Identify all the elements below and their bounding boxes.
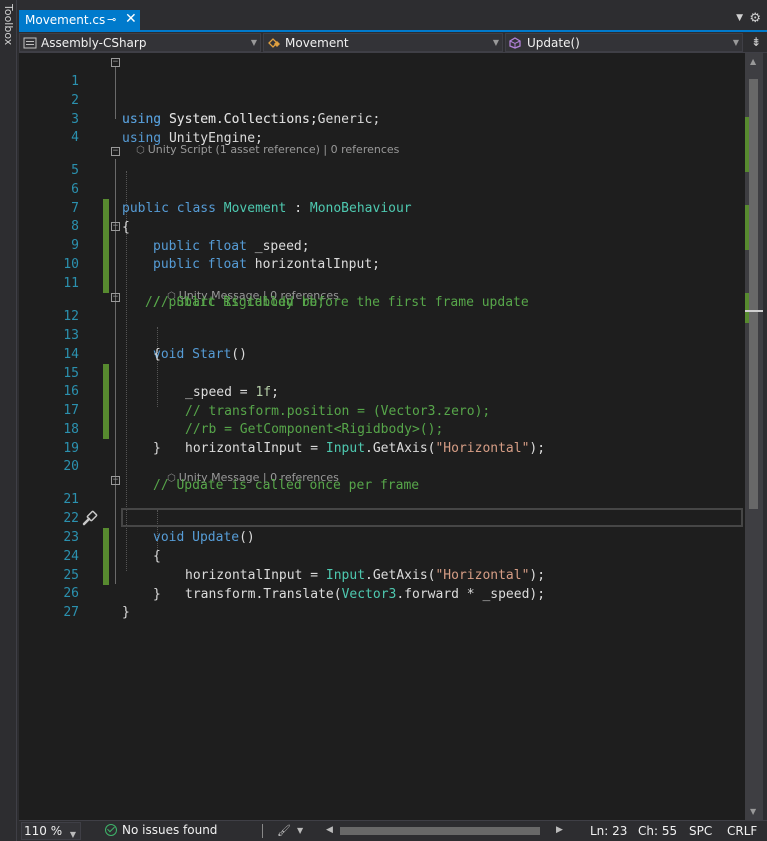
project-dropdown-label: Assembly-CSharp: [41, 35, 147, 50]
code-line[interactable]: 22 {: [19, 490, 745, 564]
chevron-down-icon[interactable]: ▼: [297, 826, 303, 835]
code-line[interactable]: 16 //rb = GetComponent<Rigidbody>();: [19, 363, 745, 437]
class-dropdown[interactable]: Movement ▼: [263, 33, 503, 52]
code-line-current[interactable]: 23 horizontalInput = Input.GetAxis("Hori…: [19, 509, 745, 583]
caret-position-marker: [745, 310, 763, 312]
line-indicator[interactable]: Ln: 23: [590, 824, 627, 838]
code-line[interactable]: 8 public float horizontalInput;: [19, 198, 745, 272]
toolbox-panel[interactable]: Toolbox: [0, 0, 17, 841]
code-line[interactable]: 24 transform.Translate(Vector3.forward *…: [19, 528, 745, 602]
code-line[interactable]: 3 using UnityEngine;: [19, 91, 745, 146]
tab-movement-cs[interactable]: Movement.cs ⊸ ✕: [19, 10, 140, 30]
change-overview-marker: [745, 117, 749, 172]
code-line[interactable]: 9 − // public Rigidbody rb;: [19, 217, 745, 311]
tab-title: Movement.cs: [25, 13, 106, 27]
document-tab-bar: Movement.cs ⊸ ✕ ▼ ⚙: [19, 10, 767, 32]
project-dropdown[interactable]: Assembly-CSharp ▼: [19, 33, 261, 52]
zoom-level: 110 %: [24, 824, 63, 838]
code-editor[interactable]: ⬡ Unity Script (1 asset reference) | 0 re…: [19, 53, 745, 820]
scroll-up-icon[interactable]: ▲: [750, 57, 756, 66]
column-indicator[interactable]: Ch: 55: [638, 824, 677, 838]
fold-toggle-icon[interactable]: −: [111, 293, 120, 302]
code-line[interactable]: 5 − public class Movement : MonoBehaviou…: [19, 142, 745, 217]
close-icon[interactable]: ✕: [125, 11, 137, 27]
tab-list-dropdown-icon[interactable]: ▼: [736, 13, 743, 23]
class-dropdown-label: Movement: [285, 35, 349, 50]
fold-toggle-icon[interactable]: −: [111, 147, 120, 156]
code-line[interactable]: 6 {: [19, 161, 745, 235]
code-line[interactable]: 17 horizontalInput = Input.GetAxis("Hori…: [19, 382, 745, 456]
scrollbar-thumb[interactable]: [749, 79, 758, 509]
codelens-start-references[interactable]: ⬡ Unity Message | 0 references: [153, 275, 339, 302]
pin-icon[interactable]: ⊸: [107, 13, 116, 26]
whitespace-indicator[interactable]: SPC: [689, 824, 712, 838]
code-line[interactable]: 21 − void Update(): [19, 471, 745, 546]
code-line[interactable]: 15 // transform.position = (Vector3.zero…: [19, 345, 745, 419]
fold-toggle-icon[interactable]: −: [111, 222, 120, 231]
codelens-update-references[interactable]: ⬡ Unity Message | 0 references: [153, 457, 339, 484]
fold-toggle-icon[interactable]: −: [111, 476, 120, 485]
fold-toggle-icon[interactable]: −: [111, 58, 120, 67]
code-line[interactable]: 27: [19, 584, 745, 620]
class-icon: [267, 37, 281, 49]
scroll-down-icon[interactable]: ▼: [750, 807, 756, 816]
method-icon: [509, 36, 523, 49]
gear-icon[interactable]: ⚙: [749, 11, 761, 26]
change-overview-marker: [745, 205, 749, 250]
code-text[interactable]: }: [122, 603, 130, 622]
code-line[interactable]: 1 − using System.Collections;: [19, 53, 745, 128]
issues-label: No issues found: [122, 823, 218, 837]
horizontal-scrollbar-thumb[interactable]: [340, 827, 540, 835]
zoom-dropdown[interactable]: 110 % ▼: [21, 822, 81, 840]
code-line[interactable]: 26 }: [19, 565, 745, 620]
issues-indicator[interactable]: No issues found: [105, 823, 217, 837]
scroll-left-icon[interactable]: ◀: [326, 825, 333, 835]
csharp-project-icon: [23, 37, 37, 49]
code-line[interactable]: 13 {: [19, 307, 745, 362]
vertical-scrollbar[interactable]: ▲ ▼: [745, 53, 763, 820]
member-dropdown[interactable]: Update() ▼: [505, 33, 743, 52]
member-dropdown-label: Update(): [527, 35, 580, 50]
code-line[interactable]: 14 _speed = 1f;: [19, 326, 745, 400]
code-line[interactable]: 18 }: [19, 401, 745, 456]
code-line[interactable]: 4: [19, 109, 745, 145]
chevron-down-icon: ▼: [69, 830, 76, 839]
code-line[interactable]: 19: [19, 420, 745, 456]
chevron-down-icon: ▼: [250, 38, 257, 47]
navigation-bar: Assembly-CSharp ▼ Movement ▼ Update() ▼ …: [19, 32, 767, 53]
code-line[interactable]: 11 // Start is called before the first f…: [19, 255, 745, 310]
check-circle-icon: [105, 824, 117, 836]
code-line[interactable]: 12 − void Start(): [19, 288, 745, 363]
change-overview-marker: [745, 293, 749, 323]
line-number: 27: [63, 605, 79, 620]
code-line[interactable]: 25 }: [19, 547, 745, 602]
code-line[interactable]: 10: [19, 236, 745, 293]
code-line[interactable]: 20 // Update is called once per frame: [19, 438, 745, 493]
code-cleanup-icon[interactable]: 🖌: [277, 824, 291, 837]
chevron-down-icon: ▼: [492, 38, 499, 47]
line-ending-indicator[interactable]: CRLF: [727, 824, 757, 838]
scroll-right-icon[interactable]: ▶: [556, 825, 563, 835]
toolbox-label[interactable]: Toolbox: [2, 4, 15, 45]
divider: [262, 824, 263, 838]
code-line[interactable]: 7 public float _speed;: [19, 180, 745, 254]
code-line[interactable]: 2 using System.Collections.Generic;: [19, 72, 745, 127]
editor-status-bar: 110 % ▼ No issues found 🖌 ▼ ◀ ▶ Ln: 23 C…: [19, 820, 767, 841]
chevron-down-icon: ▼: [732, 38, 739, 47]
split-window-icon[interactable]: ⇟: [751, 35, 761, 49]
